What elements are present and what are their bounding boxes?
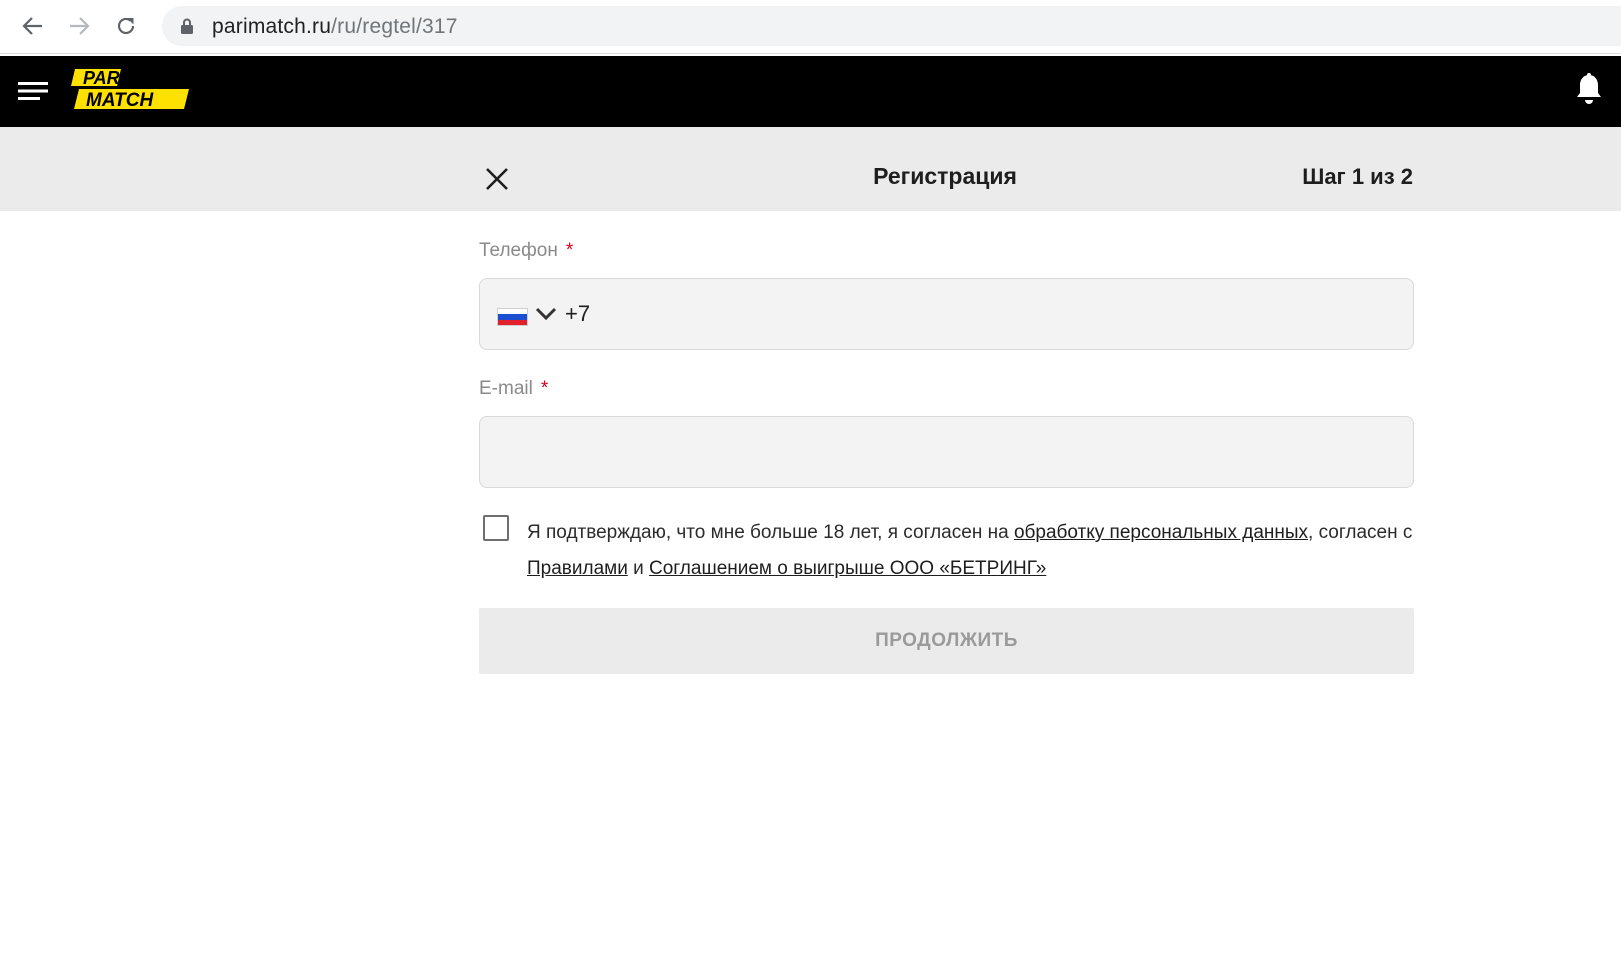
parimatch-logo[interactable]: PARI MATCH [69,69,191,113]
consent-checkbox[interactable] [483,515,509,541]
email-field[interactable] [496,417,1396,487]
phone-label-text: Телефон [479,240,558,261]
winnings-agreement-link[interactable]: Соглашением о выигрыше ООО «БЕТРИНГ» [649,558,1046,579]
forward-button[interactable] [63,10,95,42]
page-title: Регистрация [873,163,1017,189]
back-button[interactable] [17,10,49,42]
step-indicator: Шаг 1 из 2 [1302,164,1413,189]
url-host: parimatch.ru [212,15,332,38]
bell-icon[interactable] [1574,72,1604,106]
reload-button[interactable] [110,10,142,42]
personal-data-link[interactable]: обработку персональных данных [1014,522,1308,543]
site-header: PARI MATCH [0,56,1621,127]
arrow-left-icon [22,17,42,35]
phone-label: Телефон * [479,240,573,262]
ru-flag-icon[interactable] [497,308,528,326]
email-field-wrapper[interactable] [479,416,1414,488]
consent-text-part-3: и [627,558,649,579]
url-path: /ru/regtel/317 [331,15,458,38]
consent-text-part-1: Я подтверждаю, что мне больше 18 лет, я … [527,522,1014,543]
arrow-right-icon [70,17,90,35]
registration-header: Регистрация Шаг 1 из 2 [0,127,1621,211]
email-label: E-mail * [479,378,548,400]
url-text[interactable]: parimatch.ru/ru/regtel/317 [212,15,458,39]
rules-link[interactable]: Правилами [527,558,628,579]
phone-field[interactable]: +7 [479,278,1414,350]
consent-text-part-2: , согласен с [1308,522,1413,543]
close-icon[interactable] [485,167,509,191]
required-mark: * [540,378,549,399]
email-label-text: E-mail [479,378,533,399]
svg-text:PARI: PARI [83,69,126,88]
phone-prefix[interactable]: +7 [565,301,590,327]
required-mark: * [565,240,574,261]
reload-icon [117,17,135,35]
chevron-down-icon[interactable] [535,306,557,322]
hamburger-menu-icon[interactable] [18,80,48,102]
lock-icon [181,18,193,34]
svg-text:MATCH: MATCH [86,90,154,111]
address-bar[interactable]: parimatch.ru/ru/regtel/317 [162,6,1621,46]
browser-toolbar: parimatch.ru/ru/regtel/317 [0,0,1621,54]
continue-button[interactable]: ПРОДОЛЖИТЬ [479,608,1414,674]
consent-text: Я подтверждаю, что мне больше 18 лет, я … [527,515,1417,587]
